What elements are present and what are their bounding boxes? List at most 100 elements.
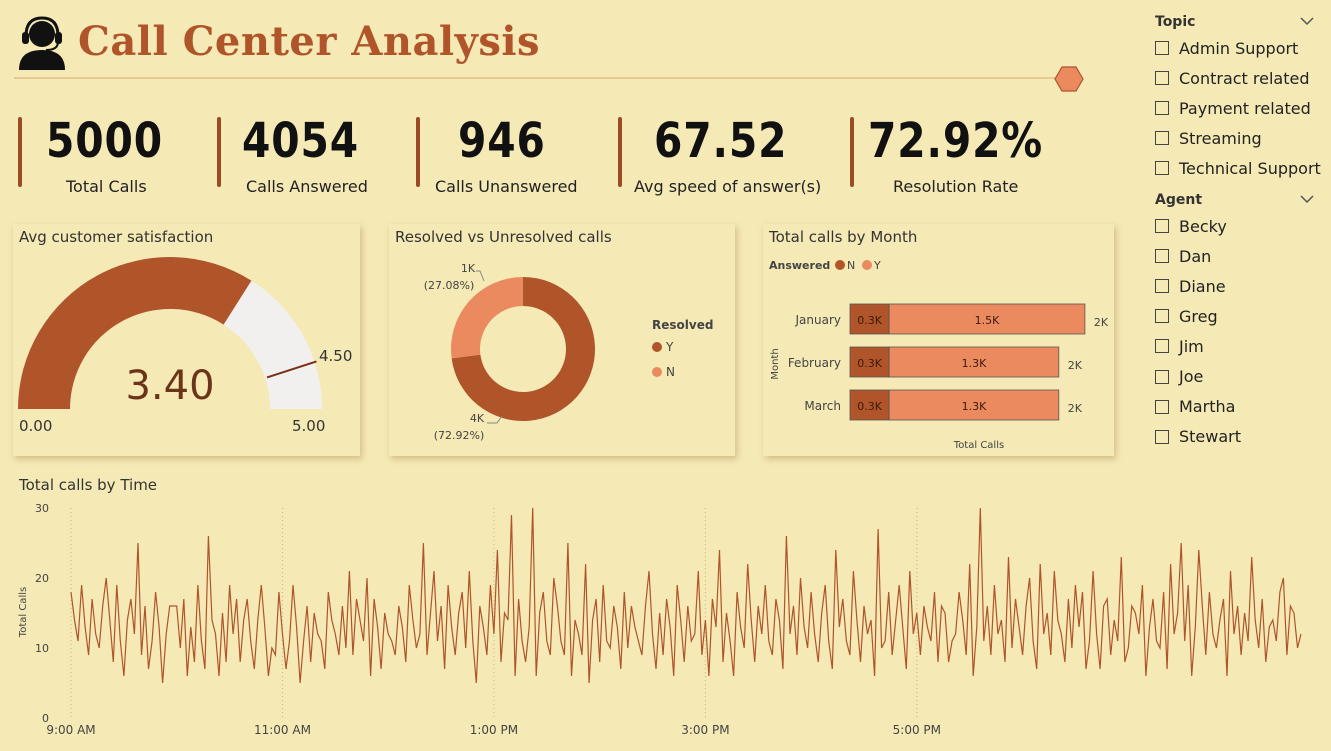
kpi-resolution-rate: 72.92% Resolution Rate (850, 113, 1060, 201)
checkbox[interactable] (1155, 249, 1169, 264)
x-tick-label: 1:00 PM (470, 723, 518, 737)
legend-swatch-n (652, 367, 662, 377)
topic-option[interactable]: Payment related (1155, 97, 1311, 119)
month-panel[interactable]: Total calls by Month Answered N Y Month … (763, 224, 1114, 456)
kpi-accent-bar (850, 117, 854, 187)
agent-option[interactable]: Stewart (1155, 426, 1241, 448)
legend-label-y: Y (665, 340, 674, 354)
donut-label-y: 4K (470, 412, 485, 425)
hexagon-icon (1054, 66, 1084, 92)
kpi-value: 4054 (242, 113, 359, 169)
checkbox[interactable] (1155, 41, 1169, 55)
gauge-max-label: 5.00 (292, 417, 325, 435)
agent-option-label: Martha (1179, 397, 1236, 417)
donut-panel[interactable]: Resolved vs Unresolved calls 1K (27.08%)… (389, 224, 735, 456)
agent-option[interactable]: Joe (1155, 366, 1203, 388)
agent-option-label: Greg (1179, 306, 1218, 326)
bar-n-label: 0.3K (857, 357, 882, 370)
time-panel[interactable]: Total calls by Time Total Calls 30 20 10 0 9… (13, 472, 1313, 746)
gauge-panel[interactable]: Avg customer satisfaction 3.40 0.00 5.00… (13, 224, 360, 456)
kpi-value: 5000 (46, 113, 163, 169)
agent-option[interactable]: Dan (1155, 245, 1211, 267)
kpi-value: 946 (458, 113, 546, 169)
legend-label-n: N (666, 365, 675, 379)
agent-option[interactable]: Greg (1155, 305, 1218, 327)
time-axes: 30201009:00 AM 11:00 AM 1:00 PM 3:00 PM 5:00… (35, 502, 941, 737)
x-tick-label: 9:00 AM (46, 723, 95, 737)
topic-option-label: Technical Support (1179, 158, 1321, 178)
kpi-accent-bar (416, 117, 420, 187)
agent-option[interactable]: Becky (1155, 215, 1227, 237)
month-bar-chart: Answered N Y Month Total Calls January 0.… (769, 259, 1109, 451)
gauge-min-label: 0.00 (19, 417, 52, 435)
gauge-target-label: 4.50 (319, 347, 352, 365)
legend-label-y: Y (873, 259, 881, 272)
checkbox[interactable] (1155, 339, 1169, 354)
bar-y-label: 1.3K (962, 400, 987, 413)
agent-option-label: Jim (1179, 336, 1204, 356)
month-bars: January 0.3K 1.5K 2K February 0.3K 1.3K 2K March… (788, 303, 1109, 421)
time-series-line (70, 507, 1302, 684)
total-label: 2K (1068, 359, 1083, 372)
agent-option-label: Joe (1179, 367, 1204, 386)
y-tick-label: 20 (35, 572, 49, 585)
legend-swatch-n (835, 260, 845, 270)
checkbox[interactable] (1155, 279, 1169, 294)
agent-option-label: Becky (1179, 216, 1227, 236)
bar-y-label: 1.5K (975, 314, 1000, 327)
y-axis-title: Total Calls (18, 587, 29, 638)
kpi-label: Avg speed of answer(s) (634, 177, 822, 196)
kpi-label: Calls Unanswered (435, 177, 578, 196)
category-label: February (788, 356, 841, 370)
x-tick-label: 5:00 PM (893, 723, 941, 737)
call-center-agent-icon (19, 16, 65, 70)
chevron-down-icon[interactable] (1300, 16, 1314, 26)
checkbox[interactable] (1155, 101, 1169, 116)
agent-option[interactable]: Diane (1155, 275, 1226, 297)
topic-slicer-title: Topic (1155, 14, 1196, 30)
kpi-value: 72.92% (868, 113, 1044, 169)
agent-slicer-title: Agent (1155, 192, 1203, 208)
checkbox[interactable] (1155, 71, 1169, 86)
donut-pct-n: (27.08%) (424, 279, 475, 292)
title-divider (14, 77, 1070, 79)
checkbox[interactable] (1155, 161, 1169, 176)
checkbox[interactable] (1155, 399, 1169, 414)
checkbox[interactable] (1155, 429, 1169, 444)
y-axis-title: Month (770, 348, 781, 379)
kpi-label: Total Calls (66, 177, 147, 196)
topic-option[interactable]: Contract related (1155, 67, 1310, 89)
gauge-value: 3.40 (125, 363, 214, 409)
agent-option[interactable]: Jim (1155, 335, 1204, 357)
gauge-chart: 3.40 0.00 5.00 4.50 (18, 257, 352, 435)
donut-label-n: 1K (461, 262, 476, 275)
topic-option-label: Contract related (1179, 68, 1310, 88)
y-tick-label: 30 (35, 502, 49, 515)
topic-option-label: Payment related (1179, 98, 1311, 118)
topic-option[interactable]: Technical Support (1155, 157, 1321, 179)
donut-legend-title: Resolved (652, 318, 713, 332)
month-legend-title: Answered (769, 259, 830, 272)
kpi-avg-speed: 67.52 Avg speed of answer(s) (618, 113, 828, 201)
x-tick-label: 3:00 PM (681, 723, 729, 737)
checkbox[interactable] (1155, 369, 1169, 384)
topic-option[interactable]: Streaming (1155, 127, 1262, 149)
agent-option-label: Dan (1179, 246, 1212, 266)
agent-option[interactable]: Martha (1155, 396, 1235, 418)
checkbox[interactable] (1155, 309, 1169, 324)
x-axis-title: Total Calls (953, 440, 1004, 451)
topic-option[interactable]: Admin Support (1155, 37, 1298, 59)
kpi-accent-bar (618, 117, 622, 187)
category-label: January (795, 313, 842, 327)
chevron-down-icon[interactable] (1300, 194, 1314, 204)
agent-option-label: Stewart (1179, 427, 1242, 447)
x-tick-label: 11:00 AM (254, 723, 311, 737)
kpi-label: Resolution Rate (893, 177, 1019, 196)
checkbox[interactable] (1155, 131, 1169, 146)
y-tick-label: 10 (35, 642, 49, 655)
legend-swatch-y (652, 342, 662, 352)
kpi-accent-bar (18, 117, 22, 187)
kpi-calls-answered: 4054 Calls Answered (217, 113, 387, 201)
checkbox[interactable] (1155, 219, 1169, 233)
bar-n-label: 0.3K (857, 400, 882, 413)
